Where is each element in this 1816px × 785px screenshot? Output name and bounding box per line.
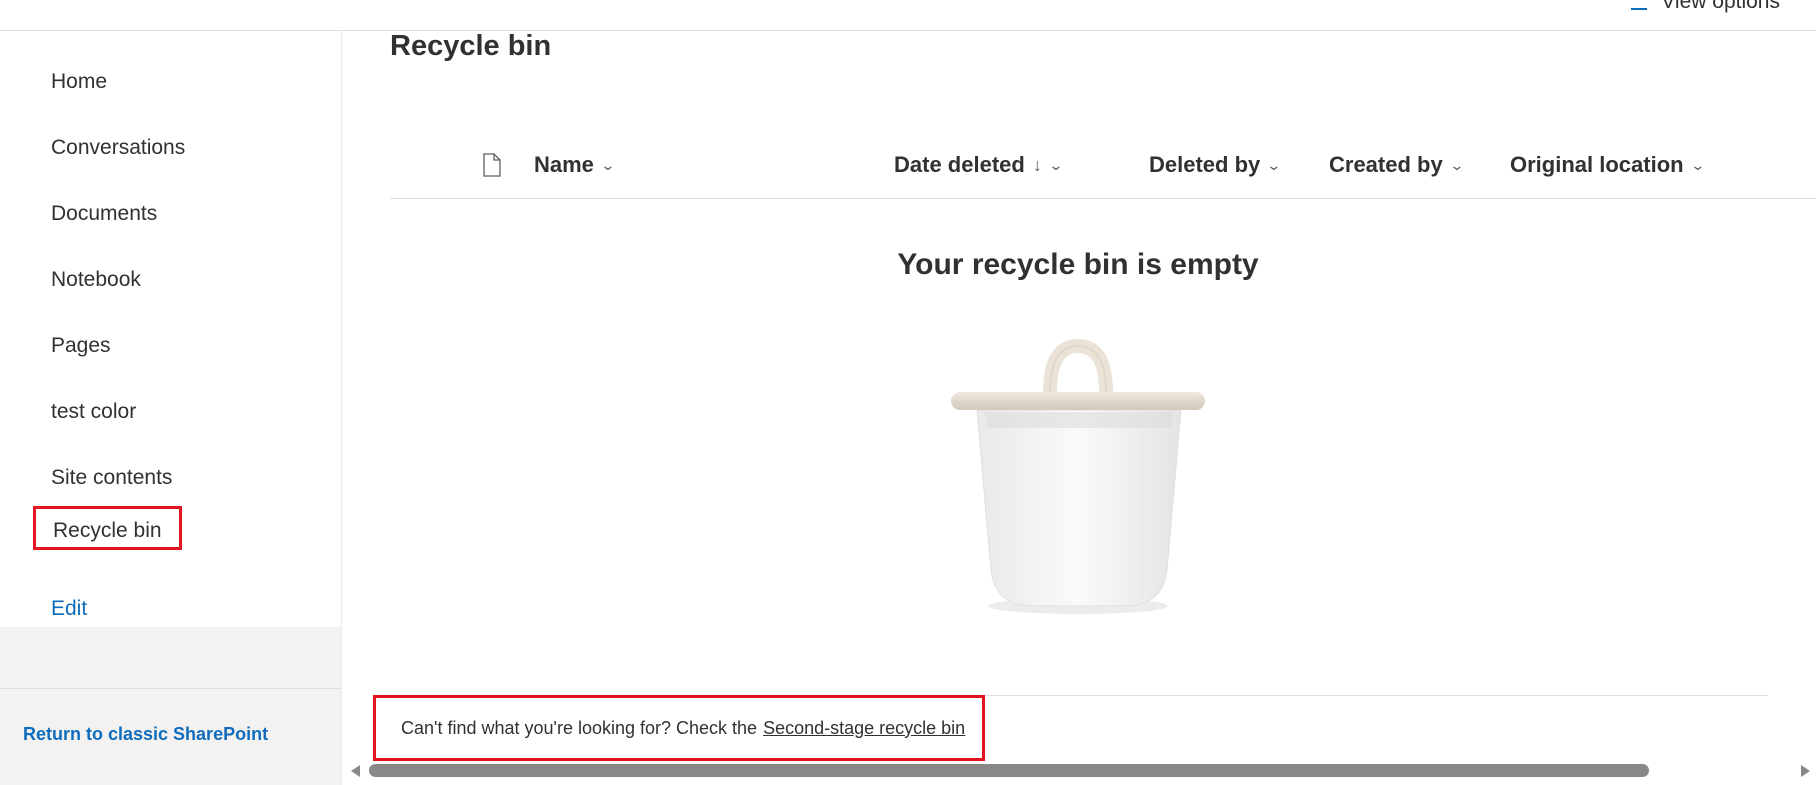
column-name[interactable]: Name ⌄ — [534, 145, 616, 185]
scrollbar-thumb[interactable] — [369, 764, 1649, 777]
view-options-icon — [1631, 8, 1648, 10]
nav-edit-link[interactable]: Edit — [51, 593, 87, 625]
sidebar-footer-area — [0, 627, 341, 785]
chevron-down-icon: ⌄ — [600, 156, 616, 173]
column-date-deleted[interactable]: Date deleted ↓ ⌄ — [894, 145, 1064, 185]
chevron-down-icon: ⌄ — [1266, 156, 1282, 173]
second-stage-notice: Can't find what you're looking for? Chec… — [373, 695, 985, 761]
second-stage-recycle-bin-link[interactable]: Second-stage recycle bin — [763, 718, 965, 739]
arrow-down-icon: ↓ — [1032, 154, 1042, 175]
column-date-deleted-label: Date deleted — [894, 152, 1025, 177]
column-header-row: Name ⌄ Date deleted ↓ ⌄ Deleted by ⌄ Cre… — [390, 145, 1816, 199]
chevron-down-icon: ⌄ — [1689, 156, 1706, 173]
left-navigation: Home Conversations Documents Notebook Pa… — [0, 31, 342, 785]
column-deleted-by[interactable]: Deleted by ⌄ — [1149, 145, 1282, 185]
nav-item-documents[interactable]: Documents — [51, 198, 157, 230]
second-stage-prefix: Can't find what you're looking for? Chec… — [401, 717, 758, 738]
nav-item-test-color[interactable]: test color — [51, 396, 136, 428]
page-title: Recycle bin — [390, 30, 552, 62]
trash-bin-illustration — [945, 338, 1215, 623]
top-bar: View options — [0, 0, 1816, 31]
nav-list: Home Conversations Documents Notebook Pa… — [0, 31, 341, 627]
column-original-location[interactable]: Original location ⌄ — [1510, 145, 1706, 185]
column-created-by-label: Created by — [1329, 152, 1443, 177]
column-name-label: Name — [534, 152, 594, 177]
nav-item-home[interactable]: Home — [51, 66, 107, 98]
return-to-classic-link[interactable]: Return to classic SharePoint — [23, 724, 268, 745]
column-original-location-label: Original location — [1510, 152, 1684, 177]
chevron-down-icon: ⌄ — [1448, 156, 1465, 173]
sidebar-divider — [0, 688, 341, 689]
nav-item-pages[interactable]: Pages — [51, 330, 111, 362]
view-options-label: View options — [1661, 0, 1780, 13]
column-deleted-by-label: Deleted by — [1149, 152, 1261, 177]
scroll-right-icon[interactable] — [1801, 765, 1810, 777]
view-options-button[interactable]: View options — [1631, 0, 1780, 13]
nav-item-site-contents[interactable]: Site contents — [51, 462, 172, 494]
empty-state-message: Your recycle bin is empty — [897, 248, 1259, 281]
file-icon[interactable] — [482, 153, 502, 182]
scroll-left-icon[interactable] — [351, 765, 360, 777]
nav-item-conversations[interactable]: Conversations — [51, 132, 185, 164]
chevron-down-icon: ⌄ — [1048, 156, 1064, 173]
nav-item-recycle-bin[interactable]: Recycle bin — [33, 506, 182, 550]
column-created-by[interactable]: Created by ⌄ — [1329, 145, 1465, 185]
horizontal-scrollbar[interactable] — [345, 762, 1816, 785]
